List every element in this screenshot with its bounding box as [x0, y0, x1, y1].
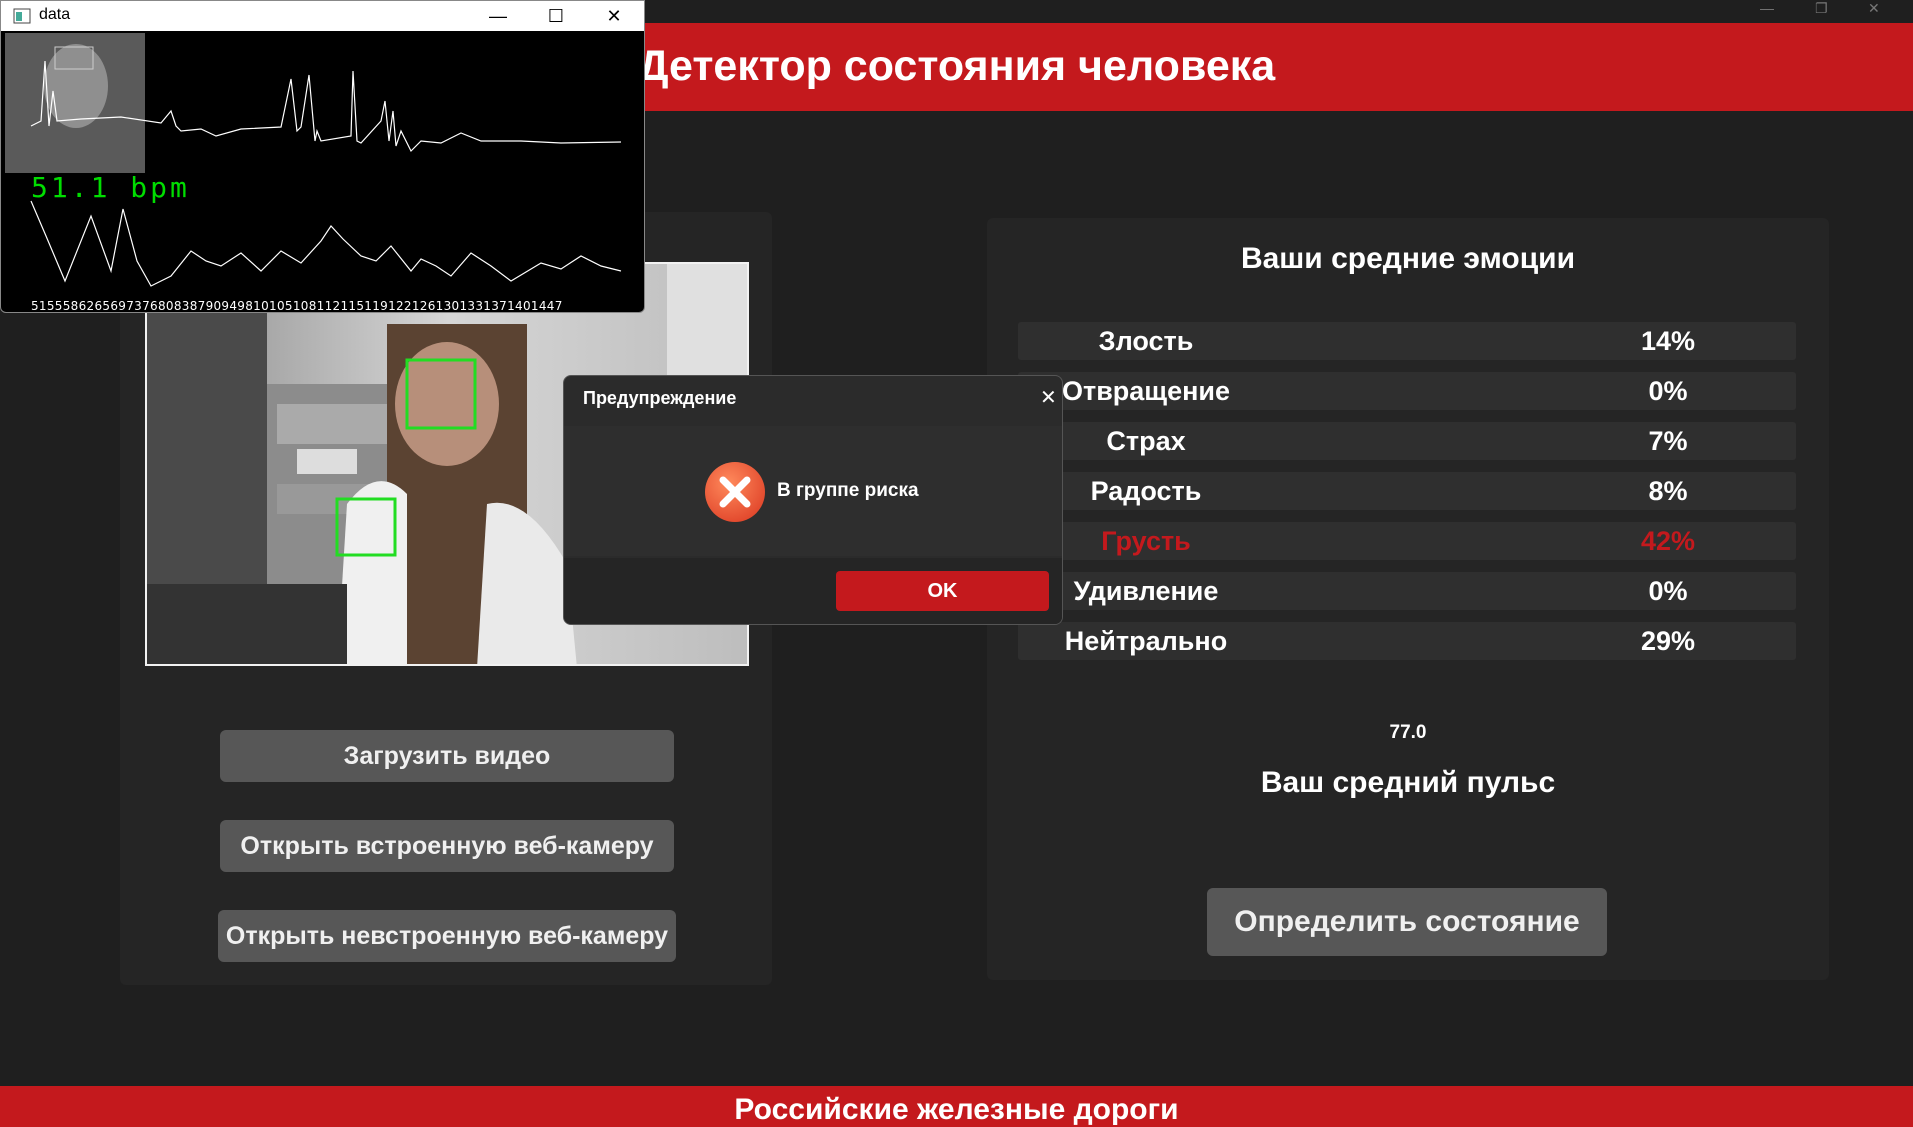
emotion-row-surprise: Удивление 0%	[1018, 572, 1796, 610]
data-window-title: data	[39, 6, 71, 23]
emotion-row-neutral: Нейтрально 29%	[1018, 622, 1796, 660]
detect-state-button[interactable]: Определить состояние	[1207, 888, 1607, 956]
emotion-name: Злость	[1098, 326, 1194, 356]
emotion-name: Нейтрально	[1064, 626, 1228, 656]
emotion-value: 8%	[1648, 476, 1688, 506]
error-icon	[705, 462, 765, 522]
dialog-message: В группе риска	[777, 480, 919, 501]
emotion-row-anger: Злость 14%	[1018, 322, 1796, 360]
ok-button[interactable]: OK	[836, 571, 1049, 611]
maximize-icon[interactable]: ☐	[533, 3, 579, 29]
load-video-button[interactable]: Загрузить видео	[220, 730, 674, 782]
emotion-value: 7%	[1648, 426, 1688, 456]
minimize-icon[interactable]: —	[475, 3, 521, 29]
data-titlebar[interactable]: data — ☐ ✕	[1, 1, 644, 31]
warning-dialog: Предупреждение ✕ В группе риска OK	[563, 375, 1063, 625]
emotion-row-sadness: Грусть 42%	[1018, 522, 1796, 560]
emotions-title: Ваши средние эмоции	[1240, 242, 1576, 275]
data-window[interactable]: data — ☐ ✕ 51.1 bpm 51555862656973768083…	[0, 0, 645, 313]
emotion-value: 29%	[1640, 626, 1696, 656]
tick-labels: 5155586265697376808387909498101051081121…	[31, 299, 563, 313]
bpm-readout: 51.1 bpm	[31, 171, 190, 204]
emotion-value: 14%	[1640, 326, 1696, 356]
window-app-icon	[13, 8, 31, 24]
emotion-row-disgust: Отвращение 0%	[1018, 372, 1796, 410]
open-external-webcam-button[interactable]: Открыть невстроенную веб-камеру	[218, 910, 676, 962]
emotion-row-fear: Страх 7%	[1018, 422, 1796, 460]
main-close-icon[interactable]: ✕	[1868, 0, 1880, 18]
dialog-title: Предупреждение	[583, 388, 737, 408]
close-icon[interactable]: ✕	[591, 3, 637, 29]
pulse-value: 77.0	[1389, 722, 1427, 743]
open-builtin-webcam-button[interactable]: Открыть встроенную веб-камеру	[220, 820, 674, 872]
emotion-value: 0%	[1648, 376, 1688, 406]
emotion-value: 0%	[1648, 576, 1688, 606]
footer-title: Российские железные дороги	[0, 1086, 1913, 1127]
main-minimize-icon[interactable]: —	[1760, 0, 1774, 18]
main-restore-icon[interactable]: ❐	[1815, 0, 1828, 18]
pulse-title: Ваш средний пульс	[1260, 766, 1556, 799]
emotion-row-joy: Радость 8%	[1018, 472, 1796, 510]
close-icon[interactable]: ✕	[1040, 385, 1057, 410]
emotion-value: 42%	[1640, 526, 1696, 556]
